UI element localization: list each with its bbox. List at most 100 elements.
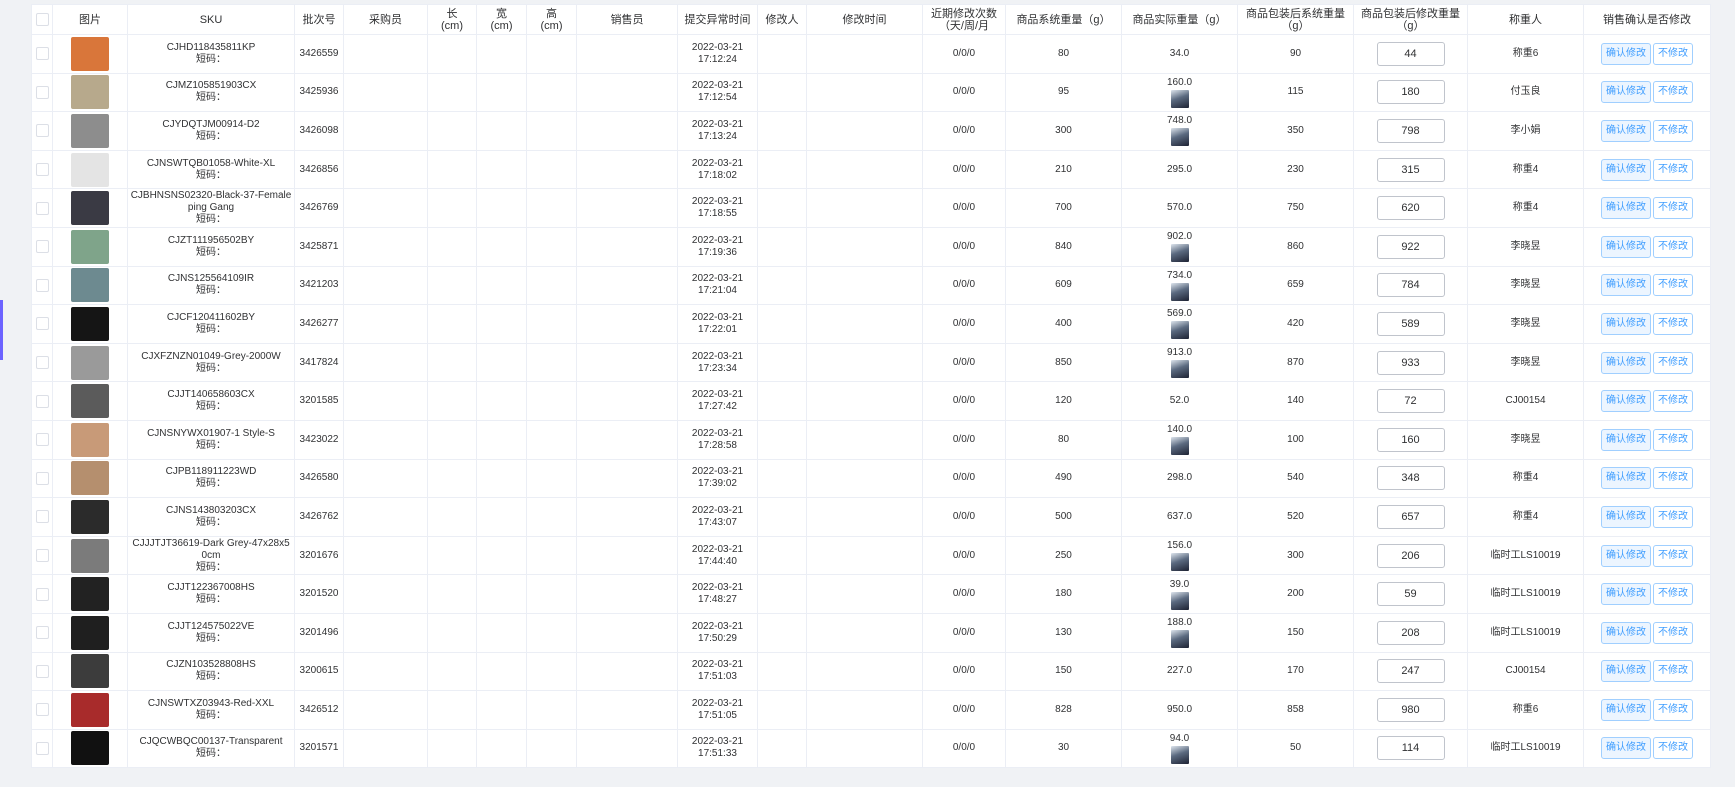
pkg-mod-weight-input[interactable]: 657 <box>1376 504 1445 529</box>
no-modify-button[interactable]: 不修改 <box>1653 351 1693 374</box>
row-select-cell[interactable] <box>31 728 53 769</box>
row-select-cell[interactable] <box>31 149 53 190</box>
row-select-cell[interactable] <box>31 342 53 383</box>
confirm-modify-button[interactable]: 确认修改 <box>1601 351 1651 374</box>
product-thumbnail[interactable] <box>71 152 109 187</box>
product-thumbnail[interactable] <box>71 229 109 264</box>
row-checkbox[interactable] <box>35 741 49 755</box>
pkg-mod-weight-input[interactable]: 315 <box>1376 157 1445 182</box>
product-thumbnail[interactable] <box>71 384 109 419</box>
row-select-cell[interactable] <box>31 651 53 692</box>
pkg-mod-weight-input[interactable]: 180 <box>1376 80 1445 105</box>
row-checkbox[interactable] <box>35 394 49 408</box>
pkg-mod-weight-input[interactable]: 348 <box>1376 466 1445 491</box>
no-modify-button[interactable]: 不修改 <box>1653 737 1693 760</box>
select-all-cell[interactable] <box>31 4 53 35</box>
pkg-mod-weight-input[interactable]: 784 <box>1376 273 1445 298</box>
product-thumbnail[interactable] <box>71 422 109 457</box>
pkg-mod-weight-input[interactable]: 44 <box>1376 41 1445 66</box>
row-checkbox[interactable] <box>35 510 49 524</box>
weight-photo-thumbnail[interactable] <box>1170 360 1189 379</box>
product-thumbnail[interactable] <box>71 615 109 650</box>
confirm-modify-button[interactable]: 确认修改 <box>1601 583 1651 606</box>
row-select-cell[interactable] <box>31 111 53 151</box>
confirm-modify-button[interactable]: 确认修改 <box>1601 544 1651 567</box>
pkg-mod-weight-input[interactable]: 208 <box>1376 620 1445 645</box>
row-select-cell[interactable] <box>31 497 53 537</box>
weight-photo-thumbnail[interactable] <box>1170 244 1189 263</box>
row-checkbox[interactable] <box>35 278 49 292</box>
no-modify-button[interactable]: 不修改 <box>1653 235 1693 258</box>
pkg-mod-weight-input[interactable]: 59 <box>1376 582 1445 607</box>
no-modify-button[interactable]: 不修改 <box>1653 274 1693 297</box>
no-modify-button[interactable]: 不修改 <box>1653 467 1693 490</box>
row-checkbox[interactable] <box>35 626 49 640</box>
row-select-cell[interactable] <box>31 574 53 614</box>
row-select-cell[interactable] <box>31 188 53 228</box>
no-modify-button[interactable]: 不修改 <box>1653 312 1693 335</box>
no-modify-button[interactable]: 不修改 <box>1653 621 1693 644</box>
weight-photo-thumbnail[interactable] <box>1170 630 1189 649</box>
row-checkbox[interactable] <box>35 433 49 447</box>
no-modify-button[interactable]: 不修改 <box>1653 583 1693 606</box>
row-checkbox[interactable] <box>35 124 49 138</box>
no-modify-button[interactable]: 不修改 <box>1653 428 1693 451</box>
pkg-mod-weight-input[interactable]: 247 <box>1376 659 1445 684</box>
weight-photo-thumbnail[interactable] <box>1170 553 1189 572</box>
row-checkbox[interactable] <box>35 548 49 562</box>
weight-photo-thumbnail[interactable] <box>1170 591 1189 610</box>
confirm-modify-button[interactable]: 确认修改 <box>1601 158 1651 181</box>
product-thumbnail[interactable] <box>71 113 109 148</box>
row-select-cell[interactable] <box>31 226 53 267</box>
no-modify-button[interactable]: 不修改 <box>1653 158 1693 181</box>
confirm-modify-button[interactable]: 确认修改 <box>1601 428 1651 451</box>
no-modify-button[interactable]: 不修改 <box>1653 544 1693 567</box>
confirm-modify-button[interactable]: 确认修改 <box>1601 197 1651 220</box>
row-checkbox[interactable] <box>35 317 49 331</box>
weight-photo-thumbnail[interactable] <box>1170 89 1189 108</box>
confirm-modify-button[interactable]: 确认修改 <box>1601 621 1651 644</box>
no-modify-button[interactable]: 不修改 <box>1653 42 1693 65</box>
confirm-modify-button[interactable]: 确认修改 <box>1601 42 1651 65</box>
product-thumbnail[interactable] <box>71 538 109 573</box>
confirm-modify-button[interactable]: 确认修改 <box>1601 312 1651 335</box>
row-checkbox[interactable] <box>35 85 49 99</box>
weight-photo-thumbnail[interactable] <box>1170 128 1189 147</box>
confirm-modify-button[interactable]: 确认修改 <box>1601 737 1651 760</box>
no-modify-button[interactable]: 不修改 <box>1653 197 1693 220</box>
confirm-modify-button[interactable]: 确认修改 <box>1601 235 1651 258</box>
no-modify-button[interactable]: 不修改 <box>1653 81 1693 104</box>
row-select-cell[interactable] <box>31 381 53 421</box>
pkg-mod-weight-input[interactable]: 206 <box>1376 543 1445 568</box>
row-select-cell[interactable] <box>31 419 53 460</box>
row-select-cell[interactable] <box>31 304 53 344</box>
confirm-modify-button[interactable]: 确认修改 <box>1601 467 1651 490</box>
row-checkbox[interactable] <box>35 47 49 61</box>
no-modify-button[interactable]: 不修改 <box>1653 698 1693 721</box>
row-checkbox[interactable] <box>35 240 49 254</box>
confirm-modify-button[interactable]: 确认修改 <box>1601 390 1651 413</box>
pkg-mod-weight-input[interactable]: 589 <box>1376 311 1445 336</box>
product-thumbnail[interactable] <box>71 306 109 341</box>
pkg-mod-weight-input[interactable]: 72 <box>1376 389 1445 414</box>
confirm-modify-button[interactable]: 确认修改 <box>1601 505 1651 528</box>
row-select-cell[interactable] <box>31 458 53 499</box>
row-checkbox[interactable] <box>35 587 49 601</box>
no-modify-button[interactable]: 不修改 <box>1653 505 1693 528</box>
pkg-mod-weight-input[interactable]: 922 <box>1376 234 1445 259</box>
confirm-modify-button[interactable]: 确认修改 <box>1601 81 1651 104</box>
row-checkbox[interactable] <box>35 163 49 176</box>
weight-photo-thumbnail[interactable] <box>1170 745 1189 764</box>
no-modify-button[interactable]: 不修改 <box>1653 660 1693 683</box>
weight-photo-thumbnail[interactable] <box>1170 321 1189 340</box>
row-checkbox[interactable] <box>35 471 49 485</box>
confirm-modify-button[interactable]: 确认修改 <box>1601 660 1651 683</box>
product-thumbnail[interactable] <box>71 268 109 303</box>
product-thumbnail[interactable] <box>71 577 109 612</box>
product-thumbnail[interactable] <box>71 654 109 689</box>
no-modify-button[interactable]: 不修改 <box>1653 119 1693 142</box>
product-thumbnail[interactable] <box>71 75 109 110</box>
pkg-mod-weight-input[interactable]: 620 <box>1376 196 1445 221</box>
row-checkbox[interactable] <box>35 201 49 215</box>
row-select-cell[interactable] <box>31 690 53 730</box>
